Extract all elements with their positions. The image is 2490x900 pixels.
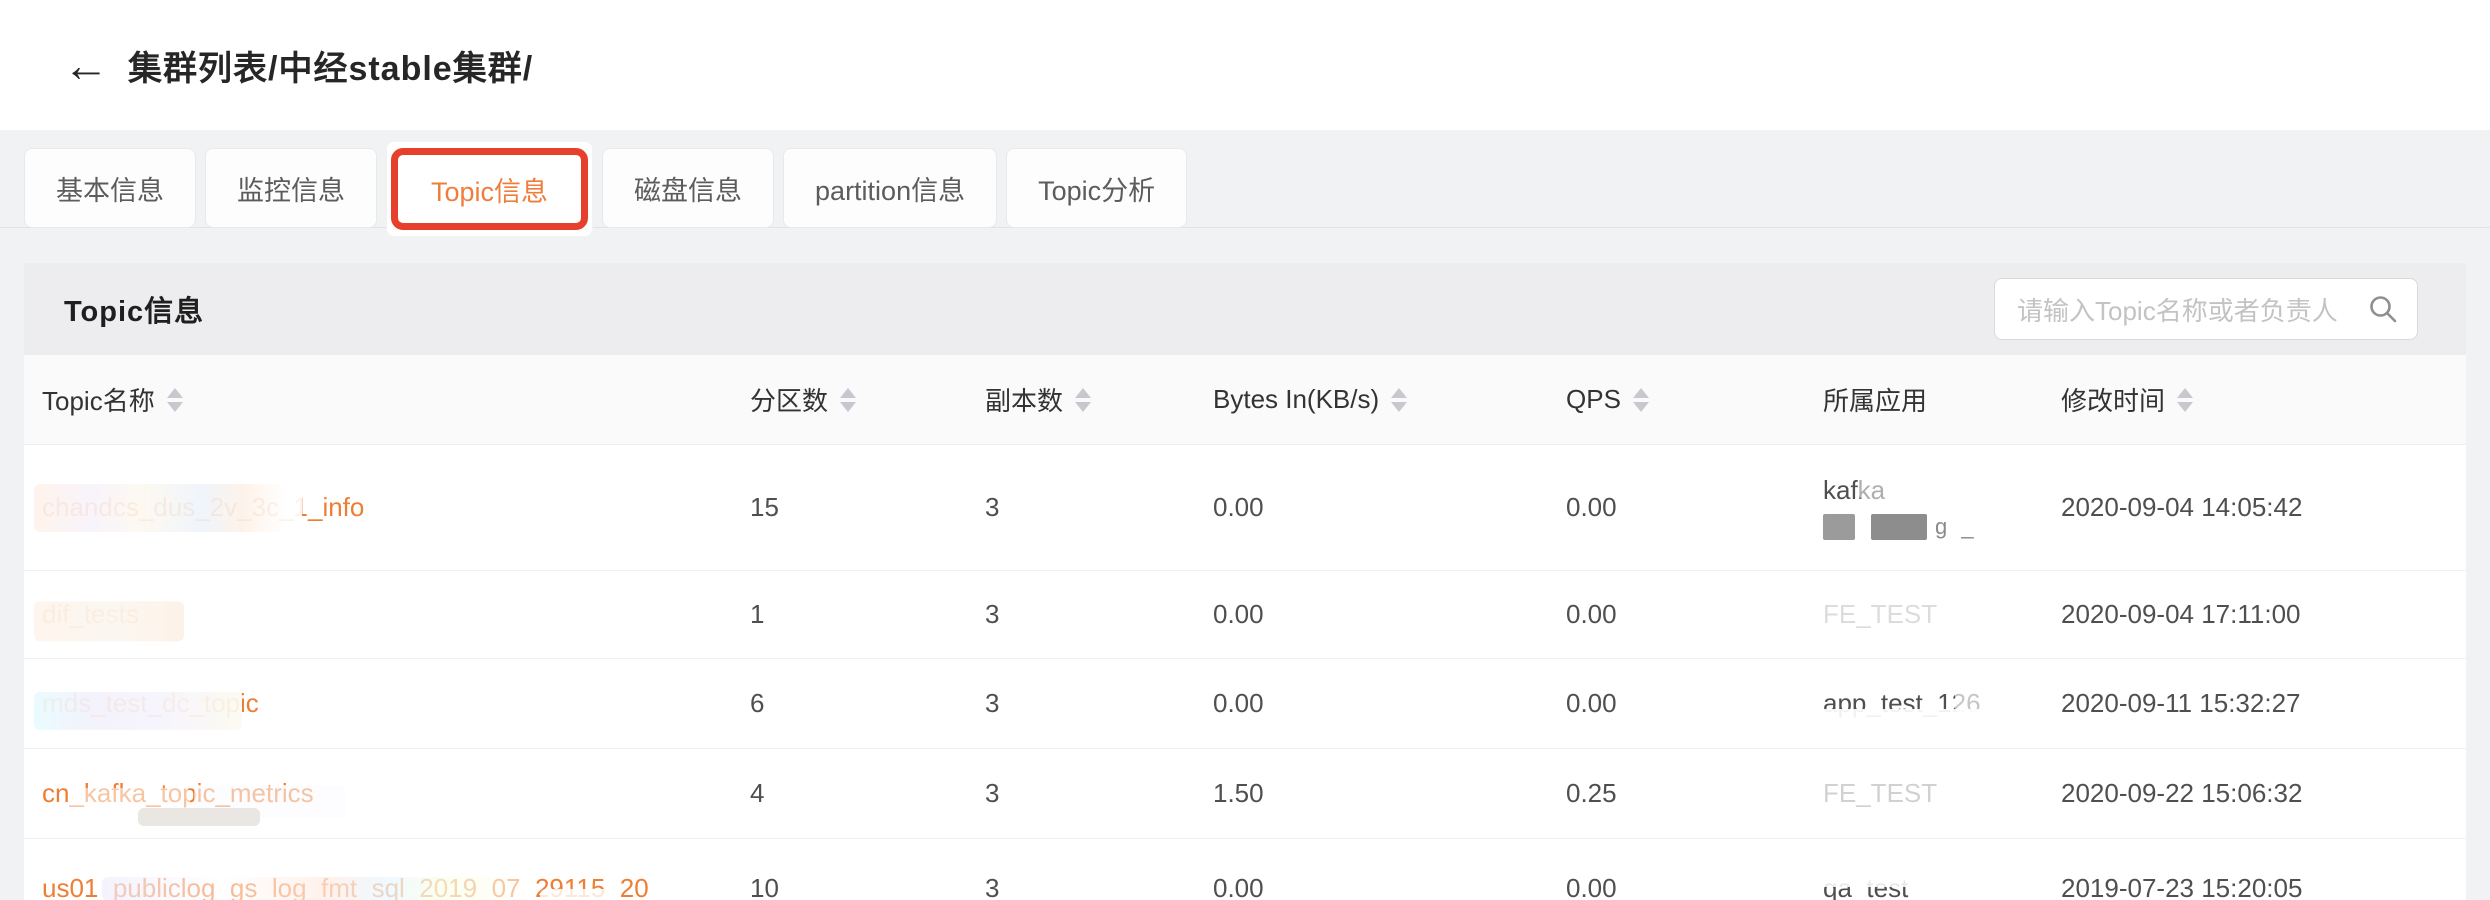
bytes-in-cell: 1.50 bbox=[1213, 778, 1566, 809]
topic-link[interactable]: cn_kafka_topic_metrics bbox=[42, 778, 314, 808]
table-row: cn_kafka_topic_metrics 4 3 1.50 0.25 FE_… bbox=[24, 749, 2466, 839]
col-app: 所属应用 bbox=[1823, 381, 2061, 418]
qps-cell: 0.00 bbox=[1566, 492, 1823, 523]
topic-name-cell: mds_test_dc_topic bbox=[42, 688, 750, 719]
qps-cell: 0.00 bbox=[1566, 599, 1823, 630]
top-bar: ← 集群列表/中经stable集群/ bbox=[0, 0, 2490, 130]
topic-name-cell: us01_publiclog_gs_log_fmt_sql_2019_07_29… bbox=[42, 873, 750, 900]
table-row: dif_tests 1 3 0.00 0.00 FE_TEST 2020-09-… bbox=[24, 571, 2466, 659]
replicas-cell: 3 bbox=[985, 599, 1213, 630]
tab-label: 磁盘信息 bbox=[634, 169, 742, 208]
tab-topic-info[interactable]: Topic信息 bbox=[386, 141, 593, 237]
tab-label: 基本信息 bbox=[56, 169, 164, 208]
replicas-cell: 3 bbox=[985, 492, 1213, 523]
table-row: mds_test_dc_topic 6 3 0.00 0.00 app_test… bbox=[24, 659, 2466, 749]
topic-link[interactable]: dif_tests bbox=[42, 599, 139, 629]
bytes-in-cell: 0.00 bbox=[1213, 599, 1566, 630]
table-body: chandcs_dus_2v_3c_1_info 15 3 0.00 0.00 … bbox=[24, 445, 2466, 900]
table-row: us01_publiclog_gs_log_fmt_sql_2019_07_29… bbox=[24, 839, 2466, 900]
app-cell: qa_test bbox=[1823, 872, 2061, 900]
sort-icon[interactable] bbox=[1633, 388, 1649, 412]
col-modified: 修改时间 bbox=[2061, 381, 2466, 418]
redaction-mosaic: g _ bbox=[1823, 513, 2061, 541]
search-placeholder: 请输入Topic名称或者负责人 bbox=[2017, 291, 2367, 328]
col-qps: QPS bbox=[1566, 384, 1823, 415]
back-icon[interactable]: ← bbox=[58, 37, 114, 93]
app-cell: app_test_126 bbox=[1823, 687, 2061, 720]
partitions-cell: 10 bbox=[750, 873, 985, 900]
bytes-in-cell: 0.00 bbox=[1213, 873, 1566, 900]
qps-cell: 0.00 bbox=[1566, 688, 1823, 719]
topic-name-cell: cn_kafka_topic_metrics bbox=[42, 778, 750, 809]
qps-cell: 0.00 bbox=[1566, 873, 1823, 900]
topic-link[interactable]: chandcs_dus_2v_3c_1_info bbox=[42, 492, 364, 522]
sort-icon[interactable] bbox=[167, 388, 183, 412]
col-replicas: 副本数 bbox=[985, 381, 1213, 418]
partitions-cell: 6 bbox=[750, 688, 985, 719]
sort-icon[interactable] bbox=[1391, 388, 1407, 412]
table-row: chandcs_dus_2v_3c_1_info 15 3 0.00 0.00 … bbox=[24, 445, 2466, 571]
col-topic-name: Topic名称 bbox=[42, 381, 750, 418]
modified-cell: 2020-09-04 17:11:00 bbox=[2061, 599, 2466, 630]
partitions-cell: 1 bbox=[750, 599, 985, 630]
col-partitions: 分区数 bbox=[750, 381, 985, 418]
topic-link[interactable]: us01_publiclog_gs_log_fmt_sql_2019_07_29… bbox=[42, 873, 649, 900]
app-cell: FE_TEST bbox=[1823, 598, 2061, 631]
redaction-patch bbox=[138, 808, 260, 826]
tab-monitor-info[interactable]: 监控信息 bbox=[205, 148, 377, 228]
topic-name-cell: dif_tests bbox=[42, 599, 750, 630]
table-header-row: Topic名称 分区数 副本数 Bytes In(KB/s) QPS 所属应用 … bbox=[24, 355, 2466, 445]
partitions-cell: 15 bbox=[750, 492, 985, 523]
tab-bar: 基本信息 监控信息 Topic信息 磁盘信息 partition信息 Topic… bbox=[0, 130, 2490, 228]
sort-icon[interactable] bbox=[1075, 388, 1091, 412]
partitions-cell: 4 bbox=[750, 778, 985, 809]
search-icon[interactable] bbox=[2367, 293, 2399, 325]
tab-topic-analysis[interactable]: Topic分析 bbox=[1006, 148, 1187, 228]
modified-cell: 2020-09-22 15:06:32 bbox=[2061, 778, 2466, 809]
tab-label: Topic信息 bbox=[431, 170, 548, 209]
bytes-in-cell: 0.00 bbox=[1213, 688, 1566, 719]
modified-cell: 2019-07-23 15:20:05 bbox=[2061, 873, 2466, 900]
tab-label: partition信息 bbox=[815, 169, 965, 208]
tab-basic-info[interactable]: 基本信息 bbox=[24, 148, 196, 228]
replicas-cell: 3 bbox=[985, 873, 1213, 900]
qps-cell: 0.25 bbox=[1566, 778, 1823, 809]
topic-name-cell: chandcs_dus_2v_3c_1_info bbox=[42, 492, 750, 523]
tab-partition-info[interactable]: partition信息 bbox=[783, 148, 997, 228]
bytes-in-cell: 0.00 bbox=[1213, 492, 1566, 523]
section-title: Topic信息 bbox=[64, 288, 204, 330]
page-title: 集群列表/中经stable集群/ bbox=[128, 41, 533, 90]
topic-search-input[interactable]: 请输入Topic名称或者负责人 bbox=[1994, 278, 2418, 340]
replicas-cell: 3 bbox=[985, 688, 1213, 719]
modified-cell: 2020-09-04 14:05:42 bbox=[2061, 492, 2466, 523]
app-cell: kafka g _ bbox=[1823, 474, 2061, 541]
replicas-cell: 3 bbox=[985, 778, 1213, 809]
tab-disk-info[interactable]: 磁盘信息 bbox=[602, 148, 774, 228]
sort-icon[interactable] bbox=[840, 388, 856, 412]
sort-icon[interactable] bbox=[2177, 388, 2193, 412]
topic-link[interactable]: mds_test_dc_topic bbox=[42, 688, 259, 718]
topic-info-panel: Topic信息 请输入Topic名称或者负责人 Topic名称 分区数 副本数 … bbox=[24, 263, 2466, 900]
tab-label: Topic分析 bbox=[1038, 169, 1155, 208]
col-bytes-in: Bytes In(KB/s) bbox=[1213, 384, 1566, 415]
modified-cell: 2020-09-11 15:32:27 bbox=[2061, 688, 2466, 719]
section-header: Topic信息 请输入Topic名称或者负责人 bbox=[24, 263, 2466, 355]
app-cell: FE_TEST bbox=[1823, 777, 2061, 810]
tab-label: 监控信息 bbox=[237, 169, 345, 208]
